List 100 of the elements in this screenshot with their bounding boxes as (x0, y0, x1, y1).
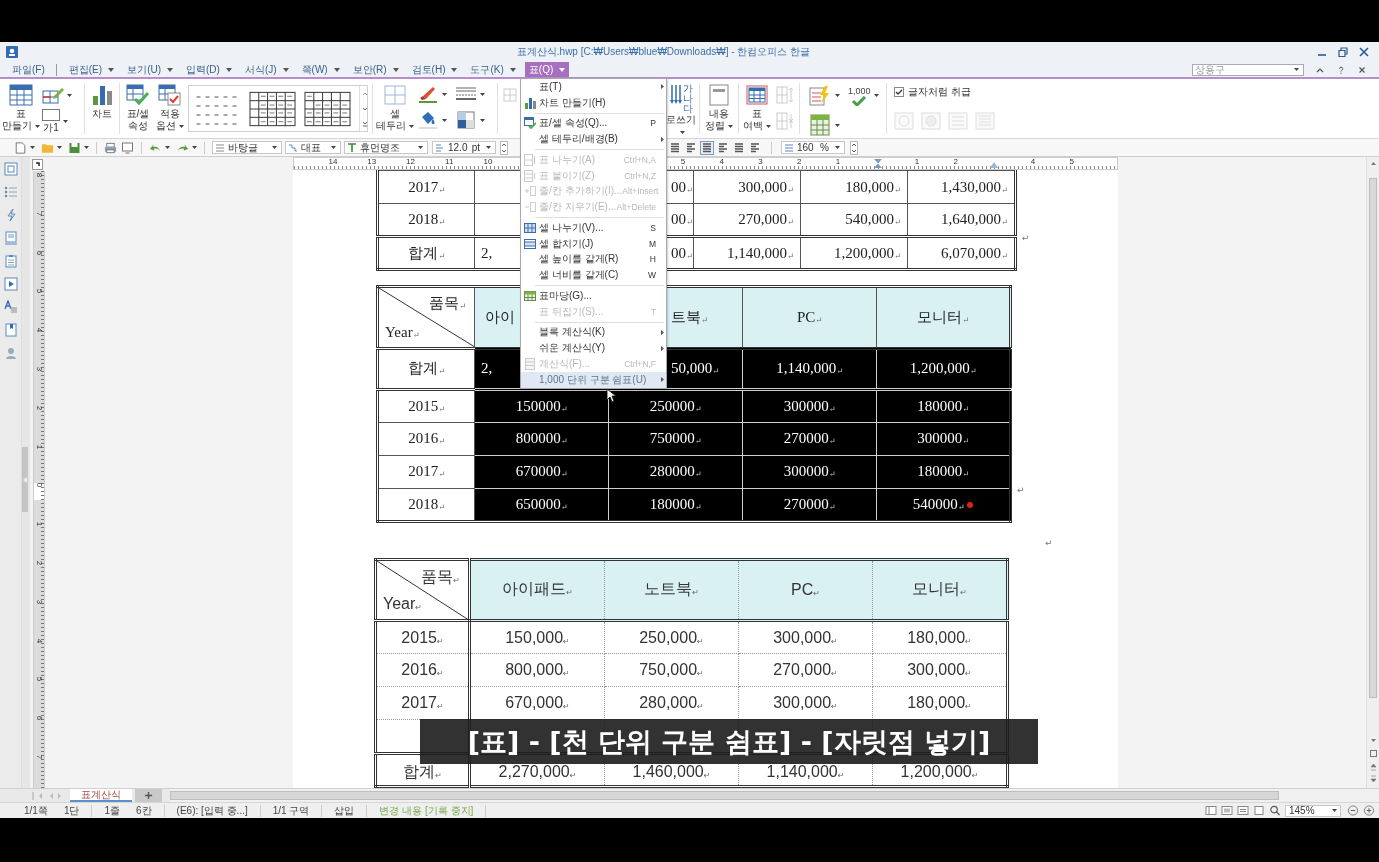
caret-icon[interactable] (67, 93, 72, 97)
clipboard-icon[interactable] (3, 254, 18, 268)
menu-item[interactable]: 보안(R) (348, 62, 403, 77)
scrollbar-thumb[interactable] (170, 791, 1279, 800)
table-style-thumbnail[interactable] (304, 90, 351, 127)
spinner-icon[interactable] (850, 140, 858, 155)
menu-item[interactable]: 검토(H) (407, 62, 462, 77)
table-style-thumbnail[interactable] (249, 90, 296, 127)
cell-border-button[interactable]: 셀 테두리 (375, 79, 415, 138)
caret-icon[interactable] (57, 146, 62, 149)
print-preview-icon[interactable] (121, 141, 134, 154)
menu-item[interactable]: 편집(E) (64, 62, 119, 77)
menu-item[interactable]: 도구(K) (466, 62, 520, 77)
vertical-text-button[interactable]: 가나다 로쓰기 (665, 79, 697, 138)
caret-icon[interactable] (84, 146, 89, 149)
menu-item[interactable]: 차트 만들기(H) (521, 94, 666, 111)
caret-icon[interactable] (63, 119, 68, 123)
cell-properties-button[interactable]: 표/셀 속성 (122, 79, 154, 138)
help-icon[interactable] (1337, 65, 1345, 74)
view-mode-icon[interactable] (1237, 805, 1249, 816)
line-spacing-combo[interactable]: 160 % (781, 141, 845, 154)
zoom-out-icon[interactable] (1347, 805, 1359, 816)
caret-icon[interactable] (442, 92, 447, 96)
apply-options-button[interactable]: 적용 옵션 (154, 79, 186, 138)
menu-item[interactable]: 입력(D) (182, 62, 236, 77)
menu-item[interactable]: 1,000 단위 구분 쉼표(U) (521, 371, 666, 388)
caret-icon[interactable] (480, 92, 485, 96)
previous-page-icon[interactable] (1368, 762, 1378, 771)
menu-item[interactable]: 서식(J) (240, 62, 293, 77)
caret-icon[interactable] (331, 146, 336, 149)
brush-icon[interactable] (417, 85, 439, 103)
caret-icon[interactable] (480, 118, 485, 122)
caret-icon[interactable] (442, 118, 447, 122)
line-style-icon[interactable] (455, 85, 477, 103)
menu-item[interactable]: 표마당(G)... (521, 288, 666, 304)
font-combo[interactable]: 휴먼명조 (344, 141, 428, 154)
menu-item[interactable]: 셀 나누기(V)... S (521, 220, 666, 236)
zoom-combo[interactable]: 145% (1285, 804, 1341, 817)
panel-collapse-handle[interactable] (22, 447, 28, 512)
indent-marker-icon[interactable] (874, 159, 882, 168)
list-icon[interactable] (3, 185, 18, 199)
caret-icon[interactable] (486, 146, 491, 149)
caret-icon[interactable] (165, 146, 170, 149)
caret-icon[interactable] (333, 67, 340, 72)
paragraph-align-icon[interactable] (732, 140, 746, 155)
menu-item[interactable]: 표(Q) (524, 62, 570, 77)
caret-icon[interactable] (835, 146, 840, 149)
caret-icon[interactable] (192, 146, 197, 149)
caret-icon[interactable] (108, 67, 115, 72)
thousands-separator-button[interactable]: 1,000 (848, 85, 871, 106)
paragraph-align-icon[interactable] (668, 140, 682, 155)
caret-icon[interactable] (835, 94, 840, 98)
menu-item[interactable]: 보기(U) (123, 62, 177, 77)
paragraph-align-icon[interactable] (716, 140, 730, 155)
paragraph-align-icon[interactable] (748, 140, 762, 155)
caret-icon[interactable] (225, 67, 232, 72)
add-tab-button[interactable] (135, 789, 162, 802)
zoom-icon[interactable] (1269, 805, 1281, 816)
caret-icon[interactable] (418, 146, 423, 149)
table-margin-button[interactable]: 표 여백 (741, 79, 773, 138)
caret-icon[interactable] (509, 67, 516, 72)
caret-icon[interactable] (167, 67, 173, 72)
close-icon[interactable] (1359, 47, 1369, 57)
caret-icon[interactable] (728, 124, 733, 128)
box-label-button[interactable]: 가1 (42, 109, 82, 133)
outline-combo[interactable]: 대표 (285, 141, 341, 154)
caret-icon[interactable] (282, 67, 289, 72)
play-icon[interactable] (3, 277, 18, 291)
scroll-down-icon[interactable] (1368, 736, 1378, 745)
zoom-in-icon[interactable] (1363, 805, 1375, 816)
caret-icon[interactable] (1332, 809, 1337, 812)
caret-icon[interactable] (766, 124, 771, 128)
cell-shade-icon[interactable] (455, 111, 477, 129)
restore-icon[interactable] (1338, 47, 1348, 57)
close-document-icon[interactable] (1358, 65, 1366, 74)
caret-icon[interactable] (1294, 68, 1299, 71)
caret-icon[interactable] (30, 146, 35, 149)
chart-button[interactable]: 차트 (87, 79, 117, 138)
caret-icon[interactable] (409, 124, 414, 128)
view-mode-icon[interactable] (1253, 805, 1265, 816)
menu-item[interactable]: 파일(F) (8, 62, 49, 77)
font-size-combo[interactable]: 12.0 pt (432, 141, 496, 154)
caret-icon[interactable] (680, 130, 685, 134)
spinner-icon[interactable] (500, 140, 508, 155)
next-page-icon[interactable] (1368, 775, 1378, 784)
save-icon[interactable] (68, 141, 81, 154)
view-mode-icon[interactable] (1205, 805, 1217, 816)
paragraph-align-icon[interactable] (700, 140, 714, 155)
scrollbar-thumb[interactable] (1369, 178, 1377, 698)
caret-icon[interactable] (873, 94, 879, 98)
caret-icon[interactable] (451, 67, 458, 72)
caret-icon[interactable] (179, 124, 184, 128)
menu-item[interactable]: 셀 너비를 같게(C) W (521, 267, 666, 283)
page-view-icon[interactable] (1368, 749, 1378, 758)
create-table-button[interactable]: 표 만들기 (4, 79, 38, 138)
ruler-corner-icon[interactable] (32, 159, 43, 170)
right-indent-marker-icon[interactable] (990, 162, 998, 168)
content-align-button[interactable]: 내용 정렬 (702, 79, 736, 138)
printer-icon[interactable] (104, 141, 117, 154)
caret-icon[interactable] (272, 146, 277, 149)
